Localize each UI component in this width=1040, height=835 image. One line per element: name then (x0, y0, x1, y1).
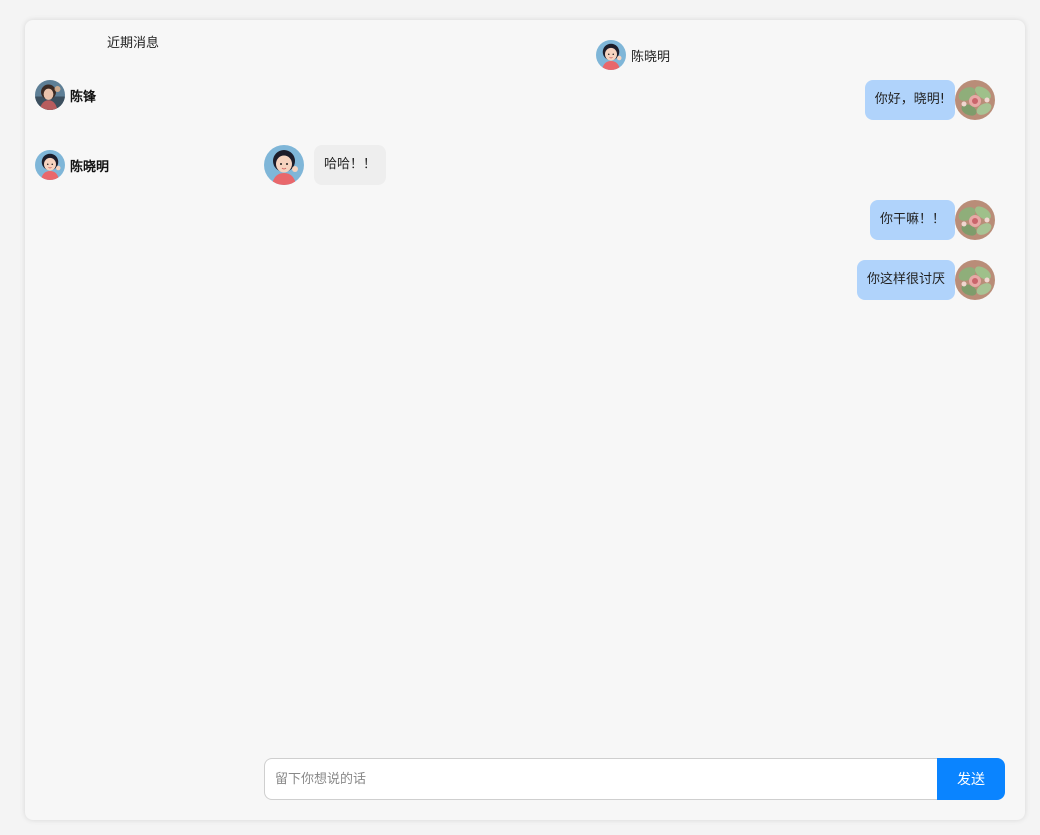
chat-partner-name: 陈晓明 (631, 49, 671, 65)
avatar (35, 150, 65, 180)
message-outgoing: 你干嘛！！ (869, 200, 995, 240)
message-bubble: 你干嘛！！ (869, 200, 955, 240)
contact-item-chen-feng[interactable]: 陈锋 (35, 80, 96, 110)
avatar (955, 260, 995, 300)
message-outgoing: 你好，晓明! (864, 80, 995, 120)
avatar (264, 145, 304, 185)
message-incoming: 哈哈！！ (264, 145, 387, 185)
message-bubble: 哈哈！！ (314, 145, 387, 185)
chat-window: 近期消息 陈锋 陈晓明 陈晓明 你好，晓明! 哈哈！！ 你干嘛！！ 你这样很讨厌… (25, 20, 1025, 820)
contact-name: 陈晓明 (70, 159, 110, 175)
message-bubble: 你好，晓明! (864, 80, 955, 120)
send-button[interactable]: 发送 (937, 758, 1005, 800)
message-bubble: 你这样很讨厌 (856, 260, 955, 300)
avatar (955, 80, 995, 120)
avatar (955, 200, 995, 240)
avatar (35, 80, 65, 110)
message-input[interactable] (264, 758, 937, 800)
recent-messages-sidebar: 近期消息 陈锋 陈晓明 (25, 20, 245, 820)
chat-header: 陈晓明 (596, 40, 670, 70)
contact-item-chen-xiaoming[interactable]: 陈晓明 (35, 150, 109, 180)
message-composer: 发送 (264, 758, 1005, 800)
contact-name: 陈锋 (70, 89, 97, 105)
sidebar-title: 近期消息 (107, 36, 160, 51)
avatar (596, 40, 626, 70)
message-outgoing: 你这样很讨厌 (856, 260, 995, 300)
